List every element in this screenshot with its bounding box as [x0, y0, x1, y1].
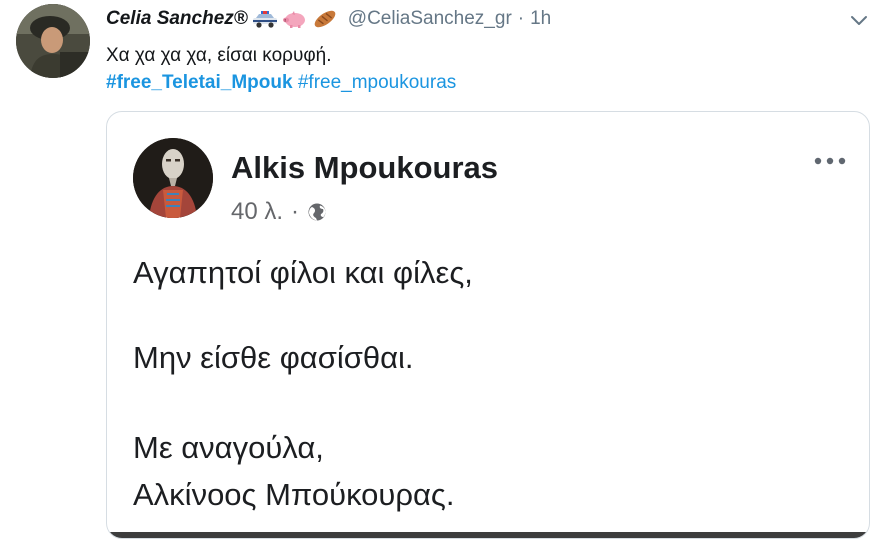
tweet-time[interactable]: 1h — [530, 8, 551, 30]
tweet-header: Celia Sanchez® @CeliaSanchez_gr · 1h — [106, 6, 551, 32]
bread-icon — [312, 10, 338, 28]
post-text-line: Αλκίνοος Μπούκουρας. — [133, 477, 455, 512]
tweet: Celia Sanchez® @CeliaSanchez_gr · 1h Χα … — [0, 0, 880, 541]
globe-icon — [307, 202, 327, 222]
more-options-icon[interactable] — [810, 154, 850, 168]
pig-icon — [282, 10, 308, 28]
avatar-photo — [16, 4, 90, 78]
hashtag-line: #free_Teletai_Mpouk #free_mpoukouras — [106, 69, 456, 96]
post-author-photo — [133, 138, 213, 218]
post-author-avatar[interactable] — [133, 138, 213, 218]
post-text-line: Αγαπητοί φίλοι και φίλες, — [133, 255, 473, 290]
hashtag-link[interactable]: #free_Teletai_Mpouk — [106, 72, 293, 93]
avatar[interactable] — [16, 4, 90, 78]
card-bottom-edge — [107, 532, 869, 538]
user-handle[interactable]: @CeliaSanchez_gr — [348, 8, 512, 30]
police-car-icon — [252, 10, 278, 28]
post-text-line: Με αναγούλα, — [133, 430, 324, 465]
separator-dot: · — [517, 8, 525, 29]
tweet-text: Χα χα χα χα, είσαι κορυφή. — [106, 45, 332, 66]
post-meta: 40 λ. · — [231, 198, 327, 226]
post-text-line: Μην είσθε φασίσθαι. — [133, 340, 414, 375]
separator-dot: · — [291, 198, 300, 225]
embedded-post-card[interactable]: Alkis Mpoukouras 40 λ. · Αγαπητοί φίλοι … — [106, 111, 870, 539]
post-time[interactable]: 40 λ. — [231, 198, 283, 226]
hashtag-link[interactable]: #free_mpoukouras — [298, 72, 456, 93]
chevron-down-icon[interactable] — [849, 12, 869, 28]
post-author-name[interactable]: Alkis Mpoukouras — [231, 150, 498, 186]
display-name[interactable]: Celia Sanchez® — [106, 8, 248, 30]
